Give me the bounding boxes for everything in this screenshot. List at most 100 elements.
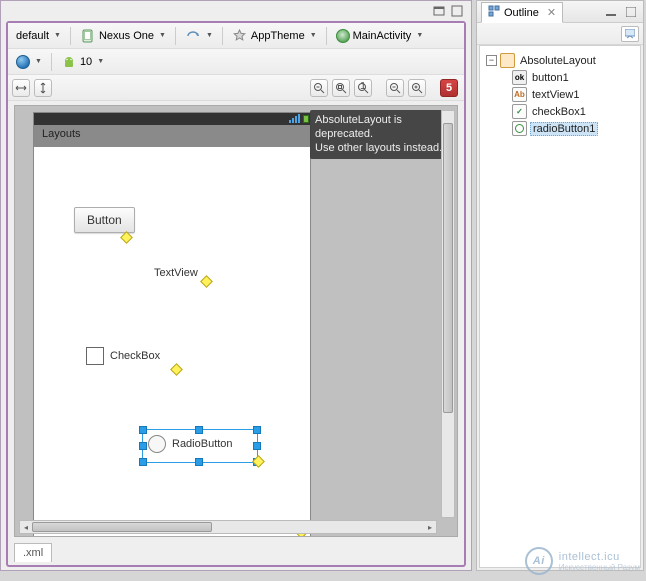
device-label: Nexus One: [99, 30, 154, 42]
editor-border: default ▼ Nexus One ▼ ▼: [6, 21, 466, 567]
textview-widget-label: TextView: [154, 267, 198, 279]
checkbox-box-icon: [86, 347, 104, 365]
expand-horizontal-button[interactable]: [12, 79, 30, 97]
warning-icon[interactable]: [200, 275, 213, 288]
locale-combo[interactable]: ▼: [12, 52, 46, 72]
button-widget-label: Button: [74, 207, 135, 233]
tree-node-textview1[interactable]: Ab textView1: [482, 86, 638, 103]
app-title-bar: Layouts: [34, 125, 310, 147]
outline-tab-label: Outline: [504, 7, 539, 19]
activity-combo[interactable]: MainActivity ▼: [332, 26, 428, 46]
error-count: 5: [446, 82, 452, 94]
outline-pane: Outline ✕ − AbsoluteLayout ok button1 Ab…: [476, 0, 644, 571]
locale-toolbar: ▼ 10 ▼: [8, 49, 464, 75]
zoom-out-button[interactable]: [310, 79, 328, 97]
minimize-icon[interactable]: [431, 3, 447, 19]
scrollbar-thumb[interactable]: [32, 522, 212, 532]
chevron-down-icon: ▼: [310, 32, 317, 39]
tree-label: textView1: [530, 89, 582, 101]
minimize-icon[interactable]: [603, 4, 619, 20]
zoom-fit-button[interactable]: [332, 79, 350, 97]
button-icon: ok: [512, 70, 527, 85]
vertical-scrollbar[interactable]: [441, 110, 455, 518]
activity-label: MainActivity: [353, 30, 412, 42]
signal-icon: [289, 114, 300, 123]
expand-vertical-button[interactable]: [34, 79, 52, 97]
warning-icon[interactable]: [120, 231, 133, 244]
theme-combo[interactable]: AppTheme ▼: [228, 26, 321, 46]
chevron-down-icon: ▼: [159, 32, 166, 39]
radiobutton-widget[interactable]: RadioButton: [148, 435, 233, 453]
svg-text:1: 1: [360, 82, 366, 92]
layout-icon: [500, 53, 515, 68]
device-body[interactable]: Button TextView CheckBox: [34, 147, 310, 537]
api-combo[interactable]: 10 ▼: [57, 52, 108, 72]
device-combo[interactable]: Nexus One ▼: [76, 26, 170, 46]
restore-icon[interactable]: [623, 4, 639, 20]
config-toolbar: default ▼ Nexus One ▼ ▼: [8, 23, 464, 49]
config-combo[interactable]: default ▼: [12, 26, 65, 46]
tree-label: button1: [530, 72, 571, 84]
tab-xml[interactable]: .xml: [14, 543, 52, 562]
editor-footer-tabs: .xml: [14, 541, 52, 563]
outline-tree[interactable]: − AbsoluteLayout ok button1 Ab textView1…: [479, 45, 641, 568]
close-icon[interactable]: ✕: [547, 6, 556, 19]
outline-toolbar: [477, 23, 643, 45]
info-overlay: AbsoluteLayout is deprecated. Use other …: [310, 110, 454, 159]
tree-node-button1[interactable]: ok button1: [482, 69, 638, 86]
globe-icon: [16, 55, 30, 69]
theme-label: AppTheme: [251, 30, 305, 42]
phone-icon: [80, 28, 96, 44]
radiobutton-widget-label: RadioButton: [172, 438, 233, 450]
scroll-left-icon[interactable]: ◂: [20, 521, 32, 533]
zoom-100-button[interactable]: 1: [354, 79, 372, 97]
chevron-down-icon: ▼: [35, 58, 42, 65]
device-frame: Layouts Button TextView CheckBox: [33, 112, 311, 537]
button-widget[interactable]: Button: [74, 207, 135, 233]
tree-node-root[interactable]: − AbsoluteLayout: [482, 52, 638, 69]
android-icon: [61, 54, 77, 70]
outline-tab-row: Outline ✕: [477, 1, 643, 23]
info-line1: AbsoluteLayout is deprecated.: [315, 114, 449, 142]
status-bar: [34, 113, 310, 125]
radiobutton-icon: [512, 121, 527, 136]
outline-icon: [488, 5, 500, 20]
tree-label: radioButton1: [530, 122, 598, 136]
zoom-plus-button[interactable]: [408, 79, 426, 97]
layout-editor-pane: default ▼ Nexus One ▼ ▼: [0, 0, 472, 571]
zoom-minus-button[interactable]: [386, 79, 404, 97]
horizontal-scrollbar[interactable]: ◂ ▸: [19, 520, 437, 534]
info-line2: Use other layouts instead.: [315, 142, 449, 156]
collapse-icon[interactable]: −: [486, 55, 497, 66]
tree-label: checkBox1: [530, 106, 588, 118]
maximize-icon[interactable]: [449, 3, 465, 19]
checkbox-widget-label: CheckBox: [110, 350, 160, 362]
tree-node-radiobutton1[interactable]: radioButton1: [482, 120, 638, 137]
star-icon: [232, 28, 248, 44]
scroll-right-icon[interactable]: ▸: [424, 521, 436, 533]
radio-ring-icon: [148, 435, 166, 453]
orientation-combo[interactable]: ▼: [181, 26, 217, 46]
chevron-down-icon: ▼: [54, 32, 61, 39]
battery-icon: [303, 115, 309, 123]
tree-label: AbsoluteLayout: [518, 55, 598, 67]
chevron-down-icon: ▼: [97, 58, 104, 65]
chevron-down-icon: ▼: [206, 32, 213, 39]
chevron-down-icon: ▼: [416, 32, 423, 39]
textview-widget[interactable]: TextView: [154, 267, 198, 279]
view-toolbar: 1 5: [8, 75, 464, 101]
checkbox-widget[interactable]: CheckBox: [86, 347, 160, 365]
warning-icon[interactable]: [170, 363, 183, 376]
error-badge[interactable]: 5: [440, 79, 458, 97]
rotate-icon: [185, 28, 201, 44]
tree-node-checkbox1[interactable]: ✓ checkBox1: [482, 103, 638, 120]
scrollbar-thumb[interactable]: [443, 123, 453, 413]
api-level-label: 10: [80, 56, 92, 68]
activity-icon: [336, 29, 350, 43]
design-canvas[interactable]: Layouts Button TextView CheckBox: [14, 105, 458, 537]
checkbox-icon: ✓: [512, 104, 527, 119]
config-label: default: [16, 30, 49, 42]
textview-icon: Ab: [512, 87, 527, 102]
view-menu-button[interactable]: [621, 26, 639, 42]
tab-outline[interactable]: Outline ✕: [481, 2, 563, 23]
